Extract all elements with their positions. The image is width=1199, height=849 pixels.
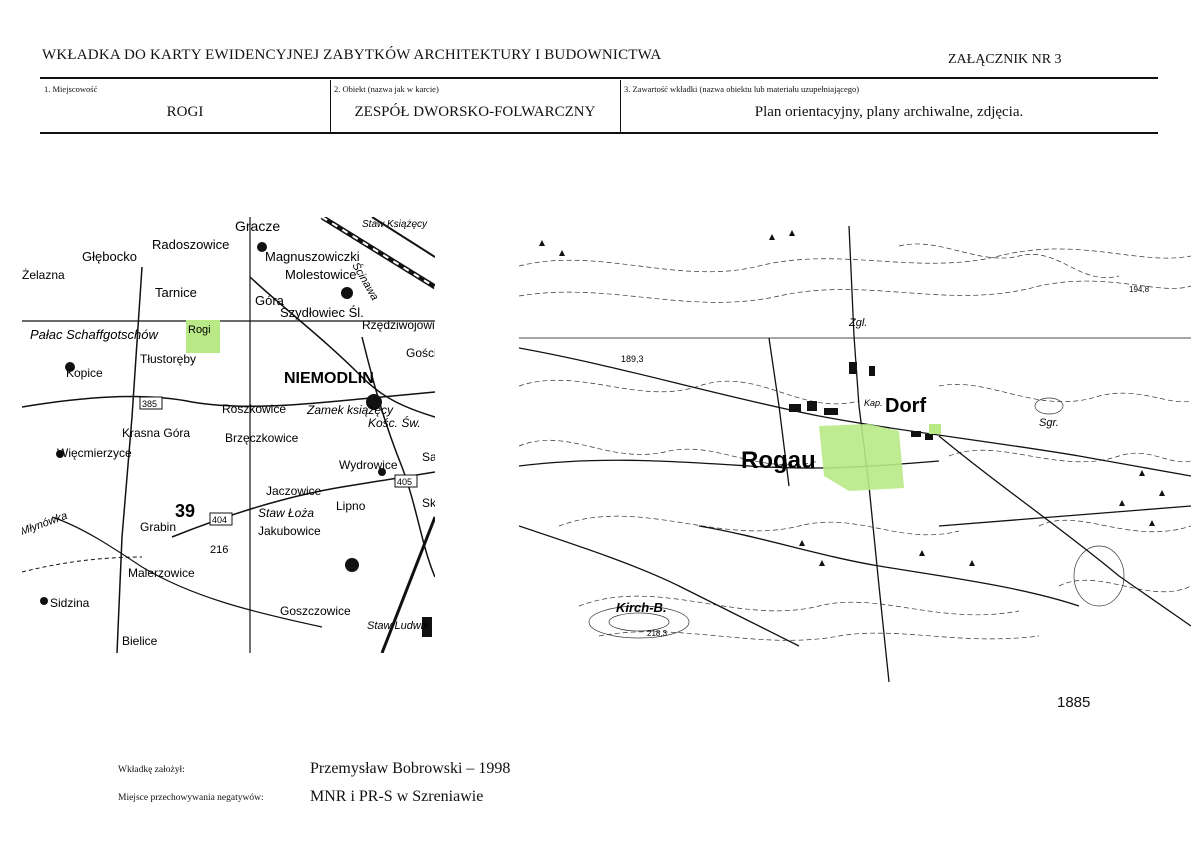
map-label: Więcmierzyce bbox=[57, 446, 132, 460]
bottom-rule bbox=[40, 132, 1158, 134]
map-year: 1885 bbox=[1057, 694, 1091, 711]
map-label: Gościejowice bbox=[406, 346, 435, 360]
map-label: Wydrowice bbox=[339, 458, 398, 472]
map-label: Szydłowiec Śl. bbox=[280, 305, 364, 320]
map-label: Staw Łoża bbox=[258, 506, 314, 520]
map-label: Bielice bbox=[122, 634, 158, 648]
map-label: Krasna Góra bbox=[122, 426, 190, 440]
map-label: 218,3 bbox=[647, 629, 668, 638]
map-label: Roszkowice bbox=[222, 402, 286, 416]
map-label: Staw Książęcy bbox=[362, 219, 428, 230]
road-number: 385 bbox=[142, 399, 157, 409]
field-value-locality: ROGI bbox=[166, 104, 204, 120]
map-label: Rogi bbox=[188, 324, 211, 336]
map-label: 194,8 bbox=[1129, 285, 1150, 294]
negatives-storage-value: MNR i PR-S w Szreniawie bbox=[310, 788, 484, 805]
map-label: Kirch-B. bbox=[616, 600, 667, 615]
map-label: NIEMODLIN bbox=[284, 370, 374, 387]
map-label: Sgr. bbox=[1039, 417, 1059, 429]
map-elevation: 216 bbox=[210, 544, 228, 556]
map-label: Radoszowice bbox=[152, 237, 229, 252]
map-label: Rzędziwojowice bbox=[362, 318, 435, 332]
map-label: Magnuszowiczki bbox=[265, 249, 360, 264]
map-label: Rogau bbox=[741, 447, 816, 474]
map-label: Pałac Schaffgotschów bbox=[30, 327, 160, 342]
map-label: Skarbiszowice bbox=[422, 496, 435, 510]
map-label: Kopice bbox=[66, 366, 103, 380]
field-label-object: 2. Obiekt (nazwa jak w karcie) bbox=[334, 84, 439, 94]
field-value-content: Plan orientacyjny, plany archiwalne, zdj… bbox=[754, 104, 1024, 120]
map-label: Tarnice bbox=[155, 285, 197, 300]
road-number: 405 bbox=[397, 477, 412, 487]
map-sheet-number: 39 bbox=[175, 501, 195, 521]
map-label: Malerzowice bbox=[128, 566, 195, 580]
map-label: Żelazna bbox=[22, 268, 65, 282]
founded-by-label: Wkładkę założył: bbox=[118, 765, 185, 775]
map-label: Tłustoręby bbox=[140, 352, 196, 366]
map-label: Staw Ludwik bbox=[367, 620, 429, 632]
negatives-storage-label: Miejsce przechowywania negatywów: bbox=[118, 793, 264, 803]
map-label: Jakubowice bbox=[258, 524, 321, 538]
map-label: Goszczowice bbox=[280, 604, 351, 618]
archival-map: Rogau Dorf Kirch-B. Sgr. Zgl. Kap. 189,3… bbox=[519, 226, 1191, 682]
annex-number: ZAŁĄCZNIK NR 3 bbox=[948, 52, 1062, 67]
map-label: Molestowice bbox=[285, 267, 357, 282]
map-label: Lipno bbox=[336, 499, 366, 513]
map-label: Kap. bbox=[864, 398, 883, 408]
map-label: Głębocko bbox=[82, 249, 137, 264]
map-label: Jaczowice bbox=[266, 484, 322, 498]
map-label: Brzęczkowice bbox=[225, 431, 299, 445]
map-label: Zgl. bbox=[848, 317, 867, 329]
document-title: WKŁADKA DO KARTY EWIDENCYJNEJ ZABYTKÓW A… bbox=[42, 47, 662, 63]
map-label: Gracze bbox=[235, 218, 280, 234]
map-label: 189,3 bbox=[621, 354, 644, 364]
field-value-object: ZESPÓŁ DWORSKO-FOLWARCZNY bbox=[354, 104, 596, 120]
field-label-content: 3. Zawartość wkładki (nazwa obiektu lub … bbox=[624, 84, 860, 94]
map-label: Grabin bbox=[140, 520, 176, 534]
field-label-locality: 1. Miejscowość bbox=[44, 84, 98, 94]
top-rule bbox=[40, 77, 1158, 79]
map-label: Dorf bbox=[885, 395, 926, 417]
map-label: Sady bbox=[422, 450, 435, 464]
orientation-map: Gracze Staw Książęcy Radoszowice Głębock… bbox=[22, 217, 435, 653]
map-label: Zamek książęcy bbox=[306, 403, 394, 417]
map-label: Kośc. Św. bbox=[368, 415, 421, 430]
founded-by-value: Przemysław Bobrowski – 1998 bbox=[310, 760, 511, 777]
map-label: Sidzina bbox=[50, 596, 90, 610]
road-number: 404 bbox=[212, 515, 227, 525]
